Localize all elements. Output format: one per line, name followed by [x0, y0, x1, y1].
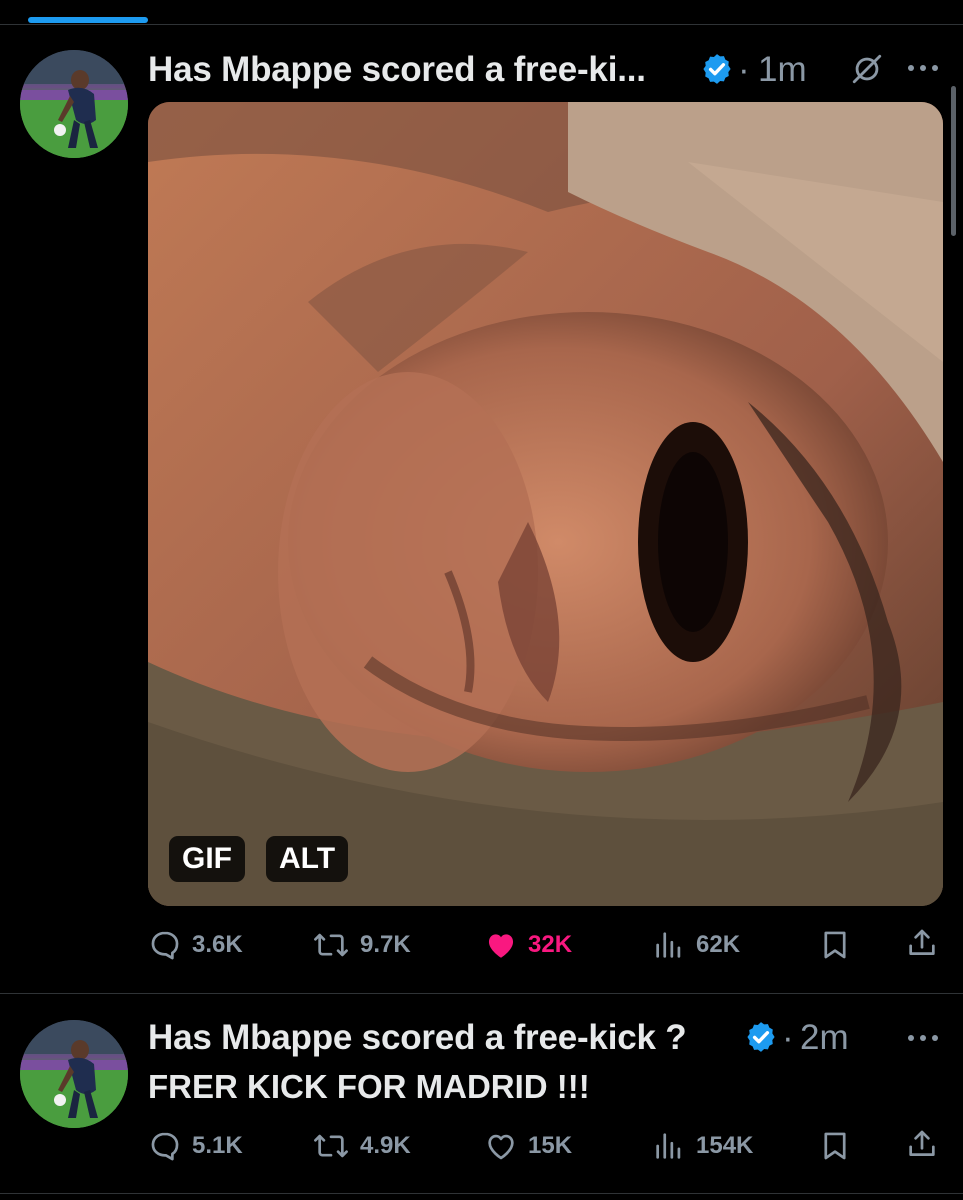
like-button[interactable]: 32K — [484, 928, 572, 962]
post-author-name[interactable]: Has Mbappe scored a free-kick ? — [148, 1020, 687, 1055]
repost-button[interactable]: 9.7K — [312, 928, 411, 962]
post-separator: · — [782, 1018, 794, 1057]
repost-button[interactable]: 4.9K — [312, 1129, 411, 1163]
verified-badge-icon — [747, 1022, 775, 1052]
scrollbar[interactable] — [951, 86, 956, 236]
avatar[interactable] — [20, 1020, 128, 1128]
views-count: 62K — [696, 931, 741, 958]
views-icon — [656, 932, 681, 958]
post-media-gif[interactable]: GIF ALT — [148, 102, 943, 906]
more-options-icon[interactable] — [906, 62, 940, 74]
repost-icon — [314, 1134, 348, 1158]
views-button[interactable]: 62K — [652, 928, 740, 962]
post-time[interactable]: 1m — [758, 52, 807, 87]
views-icon — [656, 1133, 681, 1159]
heart-icon — [488, 1134, 514, 1160]
like-count: 15K — [528, 1132, 573, 1159]
repost-count: 9.7K — [360, 931, 411, 958]
heart-icon — [488, 934, 514, 958]
views-button[interactable]: 154K — [652, 1129, 753, 1163]
post-time[interactable]: 2m — [800, 1020, 849, 1055]
avatar[interactable] — [20, 50, 128, 158]
repost-icon — [314, 933, 348, 957]
share-icon[interactable] — [905, 1127, 939, 1161]
avatar-image — [20, 50, 128, 158]
alt-text-button[interactable]: ALT — [266, 836, 349, 882]
reply-button[interactable]: 5.1K — [148, 1129, 243, 1163]
share-icon[interactable] — [905, 926, 939, 960]
like-count: 32K — [528, 931, 573, 958]
post-text: FRER KICK FOR MADRID !!! — [148, 1068, 590, 1105]
loading-progress-bar — [28, 17, 148, 23]
top-divider — [0, 24, 963, 25]
post-author-name[interactable]: Has Mbappe scored a free-ki... — [148, 52, 646, 87]
views-count: 154K — [696, 1132, 754, 1159]
gif-frame-image — [148, 102, 943, 906]
post-separator: · — [738, 50, 750, 89]
bookmark-icon[interactable] — [818, 1129, 852, 1163]
like-button[interactable]: 15K — [484, 1129, 572, 1163]
reply-button[interactable]: 3.6K — [148, 928, 243, 962]
reply-icon — [151, 931, 179, 960]
reply-icon — [151, 1132, 179, 1161]
reply-count: 5.1K — [192, 1132, 243, 1159]
bookmark-icon[interactable] — [818, 928, 852, 962]
grok-icon[interactable] — [850, 52, 884, 86]
avatar-image — [20, 1020, 128, 1128]
gif-badge: GIF — [169, 836, 245, 882]
reply-count: 3.6K — [192, 931, 243, 958]
post-divider — [0, 993, 963, 994]
verified-badge-icon — [703, 54, 731, 84]
bottom-divider — [0, 1193, 963, 1194]
more-options-icon[interactable] — [906, 1032, 940, 1044]
repost-count: 4.9K — [360, 1132, 411, 1159]
